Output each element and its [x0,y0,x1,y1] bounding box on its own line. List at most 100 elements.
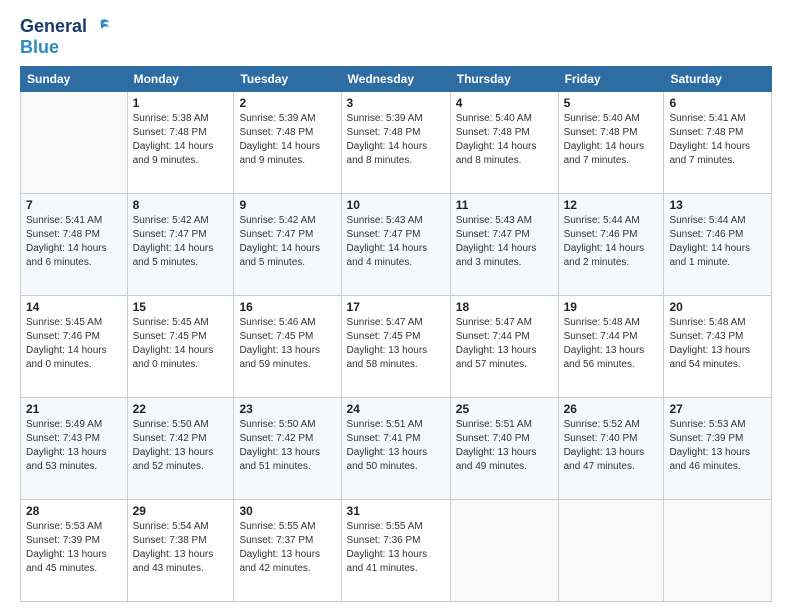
day-number: 10 [347,198,445,212]
day-cell: 29 Sunrise: 5:54 AM Sunset: 7:38 PM Dayli… [127,499,234,601]
day-info: Sunrise: 5:44 AM Sunset: 7:46 PM Dayligh… [669,214,766,270]
day-info: Sunrise: 5:49 AM Sunset: 7:43 PM Dayligh… [26,418,122,474]
day-cell: 10 Sunrise: 5:43 AM Sunset: 7:47 PM Dayli… [341,193,450,295]
col-header-sunday: Sunday [21,66,128,91]
day-cell: 13 Sunrise: 5:44 AM Sunset: 7:46 PM Dayli… [664,193,772,295]
week-row-0: 1 Sunrise: 5:38 AM Sunset: 7:48 PM Daylig… [21,91,772,193]
day-info: Sunrise: 5:41 AM Sunset: 7:48 PM Dayligh… [669,112,766,168]
page: General Blue SundayMondayTuesdayWednesda… [0,0,792,612]
day-info: Sunrise: 5:55 AM Sunset: 7:37 PM Dayligh… [239,520,335,576]
col-header-tuesday: Tuesday [234,66,341,91]
day-cell: 14 Sunrise: 5:45 AM Sunset: 7:46 PM Dayli… [21,295,128,397]
week-row-1: 7 Sunrise: 5:41 AM Sunset: 7:48 PM Daylig… [21,193,772,295]
day-number: 24 [347,402,445,416]
day-number: 19 [564,300,659,314]
day-info: Sunrise: 5:45 AM Sunset: 7:46 PM Dayligh… [26,316,122,372]
logo: General Blue [20,16,111,58]
day-cell: 8Sunrise: 5:42 AM Sunset: 7:47 PM Daylig… [127,193,234,295]
day-number: 16 [239,300,335,314]
day-number: 28 [26,504,122,518]
day-cell [450,499,558,601]
day-number: 13 [669,198,766,212]
day-info: Sunrise: 5:43 AM Sunset: 7:47 PM Dayligh… [347,214,445,270]
day-number: 5 [564,96,659,110]
day-cell: 4 Sunrise: 5:40 AM Sunset: 7:48 PM Daylig… [450,91,558,193]
day-cell: 11 Sunrise: 5:43 AM Sunset: 7:47 PM Dayli… [450,193,558,295]
day-info: Sunrise: 5:42 AM Sunset: 7:47 PM Dayligh… [239,214,335,270]
day-cell: 23 Sunrise: 5:50 AM Sunset: 7:42 PM Dayli… [234,397,341,499]
day-number: 7 [26,198,122,212]
day-info: Sunrise: 5:45 AM Sunset: 7:45 PM Dayligh… [133,316,229,372]
day-number: 15 [133,300,229,314]
day-number: 17 [347,300,445,314]
day-cell: 2Sunrise: 5:39 AM Sunset: 7:48 PM Daylig… [234,91,341,193]
day-number: 29 [133,504,229,518]
day-number: 4 [456,96,553,110]
day-info: Sunrise: 5:54 AM Sunset: 7:38 PM Dayligh… [133,520,229,576]
logo-blue: Blue [20,38,59,58]
day-cell: 17Sunrise: 5:47 AM Sunset: 7:45 PM Dayli… [341,295,450,397]
day-cell: 26Sunrise: 5:52 AM Sunset: 7:40 PM Dayli… [558,397,664,499]
col-header-friday: Friday [558,66,664,91]
day-number: 25 [456,402,553,416]
day-info: Sunrise: 5:40 AM Sunset: 7:48 PM Dayligh… [564,112,659,168]
day-info: Sunrise: 5:47 AM Sunset: 7:44 PM Dayligh… [456,316,553,372]
day-cell: 3 Sunrise: 5:39 AM Sunset: 7:48 PM Daylig… [341,91,450,193]
day-cell: 28Sunrise: 5:53 AM Sunset: 7:39 PM Dayli… [21,499,128,601]
day-info: Sunrise: 5:40 AM Sunset: 7:48 PM Dayligh… [456,112,553,168]
header: General Blue [20,16,772,58]
day-info: Sunrise: 5:46 AM Sunset: 7:45 PM Dayligh… [239,316,335,372]
day-cell [558,499,664,601]
week-row-3: 21 Sunrise: 5:49 AM Sunset: 7:43 PM Dayli… [21,397,772,499]
day-number: 11 [456,198,553,212]
day-info: Sunrise: 5:39 AM Sunset: 7:48 PM Dayligh… [347,112,445,168]
day-info: Sunrise: 5:41 AM Sunset: 7:48 PM Dayligh… [26,214,122,270]
day-cell: 21 Sunrise: 5:49 AM Sunset: 7:43 PM Dayli… [21,397,128,499]
day-info: Sunrise: 5:50 AM Sunset: 7:42 PM Dayligh… [239,418,335,474]
day-cell: 27 Sunrise: 5:53 AM Sunset: 7:39 PM Dayli… [664,397,772,499]
day-number: 31 [347,504,445,518]
day-info: Sunrise: 5:53 AM Sunset: 7:39 PM Dayligh… [669,418,766,474]
day-cell: 24 Sunrise: 5:51 AM Sunset: 7:41 PM Dayli… [341,397,450,499]
day-info: Sunrise: 5:42 AM Sunset: 7:47 PM Dayligh… [133,214,229,270]
day-number: 23 [239,402,335,416]
day-info: Sunrise: 5:55 AM Sunset: 7:36 PM Dayligh… [347,520,445,576]
day-cell: 5 Sunrise: 5:40 AM Sunset: 7:48 PM Daylig… [558,91,664,193]
day-info: Sunrise: 5:44 AM Sunset: 7:46 PM Dayligh… [564,214,659,270]
day-number: 21 [26,402,122,416]
day-cell: 18 Sunrise: 5:47 AM Sunset: 7:44 PM Dayli… [450,295,558,397]
logo-general: General [20,17,87,37]
col-header-saturday: Saturday [664,66,772,91]
day-number: 30 [239,504,335,518]
day-cell [21,91,128,193]
week-row-4: 28Sunrise: 5:53 AM Sunset: 7:39 PM Dayli… [21,499,772,601]
day-cell: 7 Sunrise: 5:41 AM Sunset: 7:48 PM Daylig… [21,193,128,295]
day-cell: 6Sunrise: 5:41 AM Sunset: 7:48 PM Daylig… [664,91,772,193]
week-row-2: 14 Sunrise: 5:45 AM Sunset: 7:46 PM Dayli… [21,295,772,397]
day-cell: 31 Sunrise: 5:55 AM Sunset: 7:36 PM Dayli… [341,499,450,601]
day-info: Sunrise: 5:51 AM Sunset: 7:41 PM Dayligh… [347,418,445,474]
day-number: 3 [347,96,445,110]
day-info: Sunrise: 5:50 AM Sunset: 7:42 PM Dayligh… [133,418,229,474]
day-info: Sunrise: 5:48 AM Sunset: 7:43 PM Dayligh… [669,316,766,372]
day-number: 9 [239,198,335,212]
day-number: 27 [669,402,766,416]
day-info: Sunrise: 5:43 AM Sunset: 7:47 PM Dayligh… [456,214,553,270]
day-number: 18 [456,300,553,314]
day-number: 1 [133,96,229,110]
day-cell: 16 Sunrise: 5:46 AM Sunset: 7:45 PM Dayli… [234,295,341,397]
day-cell: 19 Sunrise: 5:48 AM Sunset: 7:44 PM Dayli… [558,295,664,397]
day-number: 2 [239,96,335,110]
col-header-wednesday: Wednesday [341,66,450,91]
day-number: 20 [669,300,766,314]
col-header-thursday: Thursday [450,66,558,91]
logo-bird-icon [89,16,111,38]
day-number: 14 [26,300,122,314]
day-cell: 1 Sunrise: 5:38 AM Sunset: 7:48 PM Daylig… [127,91,234,193]
day-info: Sunrise: 5:38 AM Sunset: 7:48 PM Dayligh… [133,112,229,168]
day-cell: 25Sunrise: 5:51 AM Sunset: 7:40 PM Dayli… [450,397,558,499]
day-cell: 30 Sunrise: 5:55 AM Sunset: 7:37 PM Dayli… [234,499,341,601]
day-info: Sunrise: 5:48 AM Sunset: 7:44 PM Dayligh… [564,316,659,372]
day-cell [664,499,772,601]
day-number: 22 [133,402,229,416]
